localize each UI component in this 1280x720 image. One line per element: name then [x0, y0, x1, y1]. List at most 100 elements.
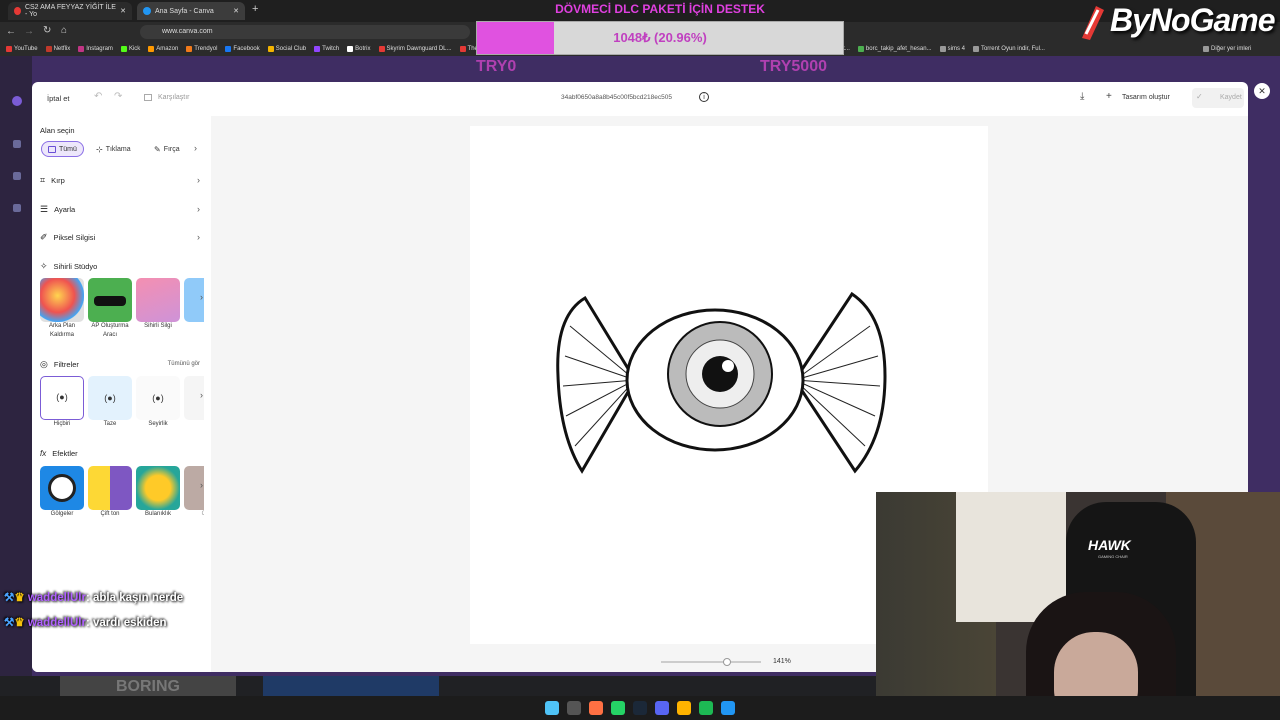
bookmark-item[interactable]: Netflix — [45, 46, 70, 52]
image-icon — [48, 145, 56, 153]
bookmark-item[interactable]: Facebook — [225, 46, 260, 52]
create-design-button[interactable]: Tasarım oluştur — [1122, 94, 1170, 101]
magic-eraser-item[interactable]: Sihirli Silgi — [136, 278, 183, 331]
bookmark-label: Twitch — [322, 46, 340, 52]
zoom-level[interactable]: 141% — [773, 658, 791, 665]
download-icon[interactable]: ⤓ — [1080, 91, 1084, 102]
steam-icon[interactable] — [633, 701, 647, 715]
bookmark-label: Social Club — [275, 46, 307, 52]
bookmark-item[interactable]: Torrent Oyun indir, Ful... — [972, 46, 1045, 52]
effect-blur-item[interactable]: Bulanıklık — [136, 466, 183, 519]
donation-progress-bar: 1048₺ (20.96%) — [476, 21, 844, 55]
create-icon[interactable] — [12, 96, 22, 106]
close-icon[interactable]: ✕ — [233, 7, 239, 15]
save-button[interactable]: ✓ Kaydet — [1192, 88, 1244, 108]
select-area-heading: Alan seçin — [40, 126, 75, 135]
discord-icon[interactable] — [655, 701, 669, 715]
url-field[interactable]: www.canva.com — [140, 25, 470, 39]
filter-icon: ◎ — [40, 358, 48, 369]
trendyol-icon — [186, 46, 193, 52]
donation-amount: 1048₺ (20.96%) — [613, 30, 707, 45]
redo-icon[interactable]: ↷ — [114, 91, 122, 102]
bookmark-item[interactable]: Diğer yer imleri — [1202, 46, 1251, 52]
bookmark-item[interactable]: Instagram — [78, 46, 113, 52]
projects-icon[interactable] — [13, 172, 21, 180]
close-icon[interactable]: ✕ — [120, 7, 126, 15]
home-icon[interactable]: ⌂ — [61, 25, 67, 36]
item-caption: Dü — [184, 322, 204, 331]
sliders-icon: ☰ — [40, 203, 49, 214]
filter-none-item[interactable]: (●) Hiçbiri — [40, 376, 87, 429]
check-icon: ✓ — [1196, 92, 1203, 101]
edit-side-panel: Alan seçin Tümü ⊹ Tıklama ✎ Fırça › ⌗ Kı… — [32, 116, 211, 672]
close-modal-button[interactable]: ✕ — [1254, 83, 1270, 99]
cancel-button[interactable]: İptal et — [47, 94, 70, 103]
whatsapp-icon[interactable] — [611, 701, 625, 715]
logo-text: ByNoGame — [1110, 2, 1275, 38]
back-icon[interactable]: ← — [6, 26, 16, 37]
filter-partial-item[interactable]: Ça — [184, 376, 204, 429]
bookmark-item[interactable]: Kick — [120, 46, 140, 52]
crop-row[interactable]: ⌗ Kırp › — [40, 172, 200, 188]
zoom-slider-handle[interactable] — [723, 658, 731, 666]
effect-shadows-item[interactable]: Gölgeler — [40, 466, 87, 519]
bookmark-item[interactable]: borc_takip_afet_hesan... — [857, 46, 932, 52]
bookmark-item[interactable]: YouTube — [6, 46, 38, 52]
compare-button[interactable]: Karşılaştır — [158, 94, 190, 101]
bookmark-item[interactable]: Social Club — [267, 46, 307, 52]
folder-icon — [972, 46, 979, 52]
file-id: 34abf0650a8a8b45c00f5bcd218ec505 — [561, 94, 672, 101]
home-icon[interactable] — [13, 140, 21, 148]
new-tab-icon[interactable]: + — [252, 3, 258, 15]
chip-brush[interactable]: ✎ Fırça — [148, 141, 186, 157]
lemon-thumbnail — [136, 466, 180, 510]
item-caption: Seyirlik — [148, 421, 168, 427]
effect-partial-item[interactable]: Otom — [184, 466, 204, 519]
chip-all[interactable]: Tümü — [41, 141, 84, 157]
folder-icon[interactable] — [677, 701, 691, 715]
bg-generator-item[interactable]: AP Oluşturma Aracı — [88, 278, 135, 340]
bookmark-item[interactable]: sims 4 — [939, 46, 965, 52]
see-all-link[interactable]: Tümünü gör — [168, 361, 200, 367]
reload-icon[interactable]: ↻ — [43, 25, 51, 36]
browser-tab-canva[interactable]: Ana Sayfa - Canva ✕ — [137, 2, 245, 20]
chevron-right-icon[interactable]: › — [194, 143, 197, 153]
chevron-right-icon[interactable]: › — [200, 480, 203, 490]
undo-icon[interactable]: ↶ — [94, 91, 102, 102]
bookmark-item[interactable]: Skyrim Dawnguard DL... — [378, 46, 452, 52]
folder-icon — [939, 46, 946, 52]
fx-icon: fx — [40, 448, 47, 458]
chevron-right-icon[interactable]: › — [200, 292, 203, 302]
windows-start-icon[interactable] — [545, 701, 559, 715]
zoom-slider[interactable] — [661, 658, 761, 666]
browser-icon[interactable] — [589, 701, 603, 715]
effects-list: Gölgeler Çift ton Bulanıklık Otom › — [40, 466, 215, 526]
bg-remover-item[interactable]: Arka Plan Kaldırma — [40, 278, 87, 340]
bookmark-item[interactable]: Trendyol — [186, 46, 217, 52]
bookmark-item[interactable]: Amazon — [148, 46, 178, 52]
item-caption: AP Oluşturma Aracı — [91, 323, 129, 338]
chip-click[interactable]: ⊹ Tıklama — [90, 141, 137, 157]
search-icon[interactable] — [567, 701, 581, 715]
pixel-eraser-row[interactable]: ✐ Piksel Silgisi › — [40, 229, 200, 245]
templates-icon[interactable] — [13, 204, 21, 212]
magic-studio-heading: ✧ Sihirli Stüdyo — [40, 258, 200, 274]
item-caption: Arka Plan Kaldırma — [48, 323, 75, 338]
spotify-icon[interactable] — [699, 701, 713, 715]
magic-edit-item[interactable]: Dü — [184, 278, 204, 331]
brush-icon: ✎ — [154, 144, 161, 154]
adjust-row[interactable]: ☰ Ayarla › — [40, 201, 200, 217]
filter-cinematic-item[interactable]: (●) Seyirlik — [136, 376, 183, 429]
bookmark-item[interactable]: Botrix — [347, 46, 371, 52]
modal-toolbar: İptal et ↶ ↷ Karşılaştır 34abf0650a8a8b4… — [32, 82, 1248, 116]
filter-fresh-item[interactable]: (●) Taze — [88, 376, 135, 429]
chevron-right-icon[interactable]: › — [200, 390, 203, 400]
app-icon[interactable] — [721, 701, 735, 715]
crown-icon: ♛ — [14, 592, 25, 604]
effect-duotone-item[interactable]: Çift ton — [88, 466, 135, 519]
forward-icon[interactable]: → — [24, 26, 34, 37]
browser-tab-youtube[interactable]: CS2 AMA FEYYAZ YİĞİT İLE - Yo ✕ — [8, 2, 132, 20]
bookmark-item[interactable]: Twitch — [314, 46, 339, 52]
info-icon[interactable]: i — [699, 92, 709, 102]
folder-icon — [1202, 46, 1209, 52]
